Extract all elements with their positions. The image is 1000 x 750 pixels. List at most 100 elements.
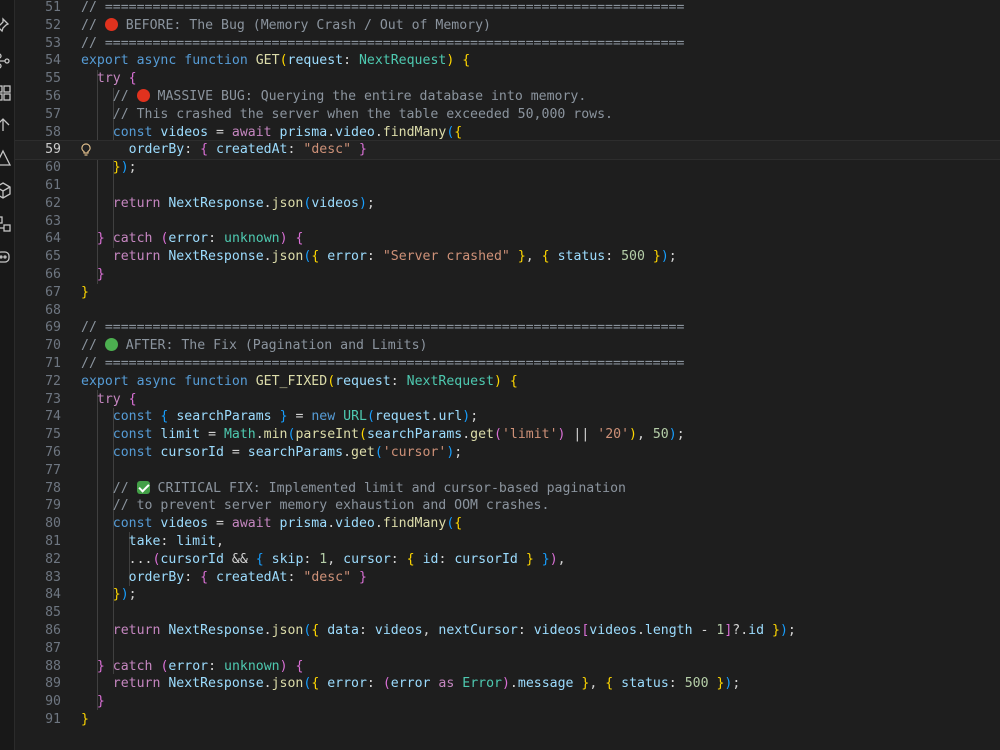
code-line[interactable]: 54 export async function GET(request: Nex… — [15, 52, 1000, 70]
code-line[interactable]: 78 // CRITICAL FIX: Implemented limit an… — [15, 480, 1000, 498]
token: 500 — [684, 676, 709, 692]
extensions-icon[interactable] — [0, 84, 12, 102]
code-text: const videos = await prisma.video.findMa… — [81, 124, 462, 142]
code-line[interactable]: 83 orderBy: { createdAt: "desc" } — [15, 569, 1000, 587]
code-line[interactable]: 56 // MASSIVE BUG: Querying the entire d… — [15, 88, 1000, 106]
code-line[interactable]: 72 export async function GET_FIXED(reques… — [15, 373, 1000, 391]
code-line[interactable]: 64 } catch (error: unknown) { — [15, 230, 1000, 248]
code-line[interactable]: 80 const videos = await prisma.video.fin… — [15, 515, 1000, 533]
code-editor[interactable]: 51 // ===================================… — [15, 0, 1000, 750]
line-number: 59 — [45, 142, 61, 158]
code-line[interactable]: 79 // to prevent server memory exhaustio… — [15, 497, 1000, 515]
token: unknown — [224, 231, 280, 247]
token: catch — [112, 231, 153, 247]
code-line[interactable]: 63 — [15, 213, 1000, 231]
code-line[interactable]: 88 } catch (error: unknown) { — [15, 658, 1000, 676]
code-line[interactable]: 86 return NextResponse.json({ data: vide… — [15, 622, 1000, 640]
code-line[interactable]: 66 } — [15, 266, 1000, 284]
token: json — [271, 676, 304, 692]
code-line[interactable]: 73 try { — [15, 391, 1000, 409]
code-line[interactable]: 90 } — [15, 693, 1000, 711]
code-line[interactable]: 51 // ===================================… — [15, 0, 1000, 17]
code-line[interactable]: 82 ...(cursorId && { skip: 1, cursor: { … — [15, 551, 1000, 569]
token: id — [748, 623, 765, 638]
remote-icon[interactable] — [0, 116, 12, 134]
token: = — [208, 516, 232, 532]
token: searchParams — [247, 445, 344, 460]
code-line[interactable]: 60 }); — [15, 159, 1000, 177]
token: : — [184, 569, 201, 585]
package-icon[interactable] — [0, 181, 12, 199]
code-line[interactable]: 65 return NextResponse.json({ error: "Se… — [15, 248, 1000, 266]
code-line[interactable]: 70 // AFTER: The Fix (Pagination and Limi… — [15, 337, 1000, 355]
code-line[interactable]: 68 — [15, 302, 1000, 320]
token: error — [168, 231, 209, 247]
code-text: orderBy: { createdAt: "desc" } — [81, 141, 367, 159]
line-number: 61 — [45, 178, 61, 193]
code-line[interactable]: 74 const { searchParams } = new URL(requ… — [15, 408, 1000, 426]
token: . — [263, 676, 272, 692]
token: // — [112, 89, 137, 104]
token: } — [96, 267, 105, 282]
code-line[interactable]: 71 // ===================================… — [15, 355, 1000, 373]
code-line[interactable]: 89 return NextResponse.json({ error: (er… — [15, 675, 1000, 693]
token: // — [112, 480, 137, 496]
token: status — [557, 249, 606, 265]
token: as — [438, 676, 455, 692]
token: 'limit' — [501, 427, 558, 443]
code-text: // CRITICAL FIX: Implemented limit and c… — [81, 480, 626, 498]
code-line[interactable]: 87 — [15, 640, 1000, 658]
line-number: 85 — [45, 605, 61, 621]
copilot-icon[interactable] — [0, 248, 12, 266]
code-line[interactable]: 62 return NextResponse.json(videos); — [15, 195, 1000, 213]
token: 'cursor' — [382, 445, 447, 460]
code-line[interactable]: 55 try { — [15, 70, 1000, 88]
code-line[interactable]: 77 — [15, 462, 1000, 480]
token: CRITICAL FIX: Implemented limit and curs… — [149, 480, 626, 496]
token: , — [327, 551, 344, 567]
code-line[interactable]: 67} — [15, 284, 1000, 302]
code-line[interactable]: 52 // BEFORE: The Bug (Memory Crash / Out… — [15, 17, 1000, 35]
code-text: orderBy: { createdAt: "desc" } — [81, 569, 367, 587]
pin-icon[interactable] — [0, 17, 12, 35]
code-line[interactable]: 76 const cursorId = searchParams.get('cu… — [15, 444, 1000, 462]
code-text: } — [81, 266, 105, 284]
token: : — [438, 551, 455, 567]
code-text: // AFTER: The Fix (Pagination and Limits… — [81, 337, 427, 355]
line-number: 87 — [45, 640, 61, 656]
code-line[interactable]: 58 const videos = await prisma.video.fin… — [15, 124, 1000, 142]
code-text: export async function GET(request: NextR… — [81, 52, 470, 70]
token: ; — [128, 160, 137, 176]
token: ) — [120, 587, 129, 603]
token: = — [208, 124, 232, 140]
code-line[interactable]: 91} — [15, 711, 1000, 729]
code-line[interactable]: 53 // ===================================… — [15, 35, 1000, 53]
warning-triangle-icon[interactable] — [0, 149, 12, 167]
code-line[interactable]: 61 — [15, 177, 1000, 195]
token: try — [96, 391, 121, 407]
code-line[interactable]: 81 take: limit, — [15, 533, 1000, 551]
code-line[interactable]: 75 const limit = Math.min(parseInt(searc… — [15, 426, 1000, 444]
code-text: } — [81, 711, 89, 729]
code-line[interactable]: 69 // ===================================… — [15, 319, 1000, 337]
code-line[interactable]: 59 orderBy: { createdAt: "desc" } — [15, 140, 1000, 161]
token: json — [271, 195, 304, 211]
code-line[interactable]: 57 // This crashed the server when the t… — [15, 106, 1000, 124]
code-line[interactable]: 84 }); — [15, 586, 1000, 604]
code-text: } — [81, 693, 105, 711]
token: : — [668, 676, 685, 692]
token: . — [263, 249, 272, 265]
git-branch-icon[interactable] — [0, 52, 12, 70]
code-line[interactable]: 85 — [15, 604, 1000, 622]
source-control-icon[interactable] — [0, 215, 12, 233]
token: } — [96, 694, 105, 710]
token: { — [200, 142, 209, 158]
token: return — [112, 249, 161, 265]
line-number: 68 — [45, 302, 61, 318]
